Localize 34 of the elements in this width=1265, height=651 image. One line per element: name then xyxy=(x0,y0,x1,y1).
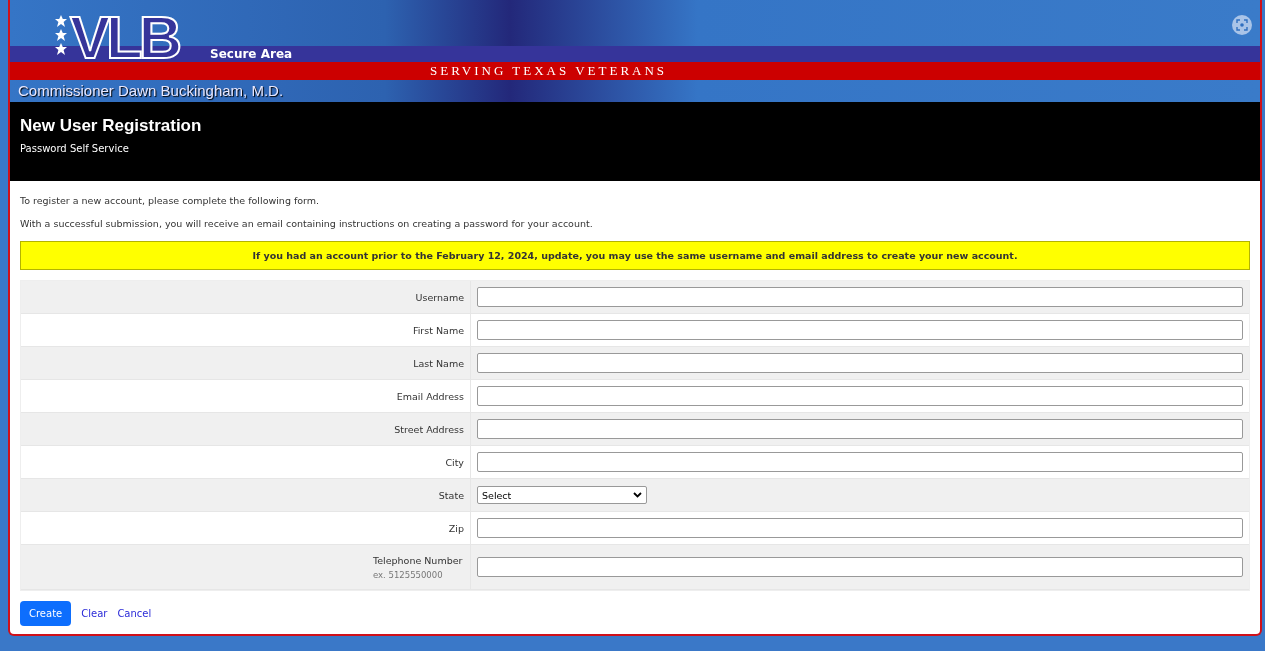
action-link[interactable]: Clear xyxy=(81,608,108,619)
intro-text: To register a new account, please complete the following form. xyxy=(20,195,321,206)
field-label: Email Address xyxy=(396,390,464,402)
vlb-logo: VLB xyxy=(54,2,178,74)
field-label: First Name xyxy=(412,324,464,336)
tagline: SERVING TEXAS VETERANS xyxy=(430,63,668,79)
page-title: New User Registration xyxy=(20,115,203,136)
text-field[interactable] xyxy=(477,419,1243,439)
camera-icon[interactable] xyxy=(1232,15,1252,35)
text-field[interactable] xyxy=(477,518,1243,538)
text-field[interactable] xyxy=(477,452,1243,472)
text-field[interactable] xyxy=(477,353,1243,373)
chevron-down-icon xyxy=(633,492,642,498)
text-field[interactable] xyxy=(477,287,1243,307)
text-field[interactable] xyxy=(477,386,1243,406)
field-label: Username xyxy=(415,291,464,303)
field-label: State xyxy=(438,489,464,501)
commissioner-name: Commissioner Dawn Buckingham, M.D. xyxy=(18,82,284,100)
page-subtitle: Password Self Service xyxy=(20,142,130,154)
field-label: Zip xyxy=(448,522,464,534)
field-label: Telephone Number xyxy=(373,554,463,566)
notice-banner: If you had an account prior to the February 12, 2024, update, you may use the same username and email address to create your new account. xyxy=(20,241,1250,270)
text-field[interactable] xyxy=(477,557,1243,577)
intro-text: With a successful submission, you will receive an email containing instructions on creating a password for your account. xyxy=(20,218,594,229)
field-hint: ex. 5125550000 xyxy=(373,569,443,580)
text-field[interactable] xyxy=(477,320,1243,340)
field-label: Street Address xyxy=(394,423,464,435)
field-label: Last Name xyxy=(413,357,464,369)
stars-icon xyxy=(54,14,68,58)
action-link[interactable]: Cancel xyxy=(117,608,152,619)
field-label: City xyxy=(445,456,464,468)
create-button[interactable]: Create xyxy=(20,601,72,626)
secure-area-label: Secure Area xyxy=(210,47,293,61)
state-dropdown[interactable]: Select xyxy=(477,486,647,504)
